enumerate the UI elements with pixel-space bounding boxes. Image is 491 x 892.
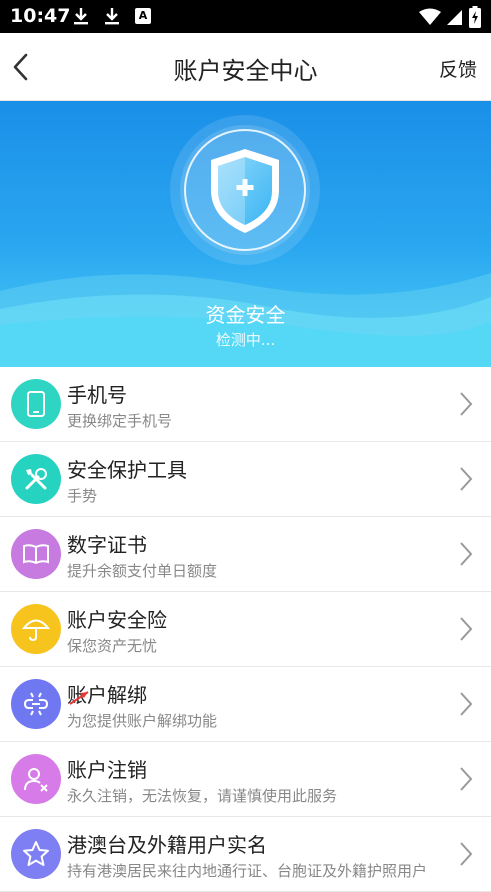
item-icon-bg (11, 454, 61, 504)
list-item-account-insurance[interactable]: 账户安全险 保您资产无忧 (0, 592, 491, 667)
scan-status-text: 检测中... (215, 331, 276, 349)
list-item-overseas-realname[interactable]: 港澳台及外籍用户实名 持有港澳居民来往内地通行证、台胞证及外籍护照用户 (0, 817, 491, 892)
chevron-right-icon (460, 842, 473, 866)
unlink-icon (23, 692, 49, 716)
security-status-banner: 资金安全 检测中... (0, 101, 491, 367)
item-icon-bg (11, 529, 61, 579)
item-description: 永久注销，无法恢复，请谨慎使用此服务 (67, 787, 338, 805)
item-icon-bg (11, 604, 61, 654)
item-description: 持有港澳居民来往内地通行证、台胞证及外籍护照用户 (67, 862, 428, 880)
book-icon (23, 544, 49, 565)
signal-icon (447, 10, 462, 25)
list-item-digital-certificate[interactable]: 数字证书 提升余额支付单日额度 (0, 517, 491, 592)
item-description: 更换绑定手机号 (67, 412, 173, 430)
item-description: 为您提供账户解绑功能 (67, 712, 218, 730)
wifi-icon (419, 8, 441, 25)
chevron-right-icon (460, 692, 473, 716)
item-title: 账户安全险 (67, 608, 167, 632)
download-icon (105, 8, 119, 25)
status-bar: 10:47 A (0, 0, 491, 33)
user-remove-icon (24, 768, 48, 792)
chevron-right-icon (460, 767, 473, 791)
security-options-list: 手机号 更换绑定手机号 安全保护工具 手势 数字证书 提升余额支付单日额度 账户… (0, 367, 491, 892)
phone-icon (27, 391, 45, 417)
download-icon (74, 8, 88, 25)
item-title: 安全保护工具 (67, 458, 187, 482)
item-description: 手势 (67, 487, 98, 505)
shield-icon (211, 149, 279, 233)
item-description: 提升余额支付单日额度 (67, 562, 218, 580)
list-item-account-cancel[interactable]: 账户注销 永久注销，无法恢复，请谨慎使用此服务 (0, 742, 491, 817)
chevron-right-icon (460, 617, 473, 641)
chevron-right-icon (460, 542, 473, 566)
item-title: 账户注销 (67, 758, 147, 782)
feedback-button[interactable]: 反馈 (439, 55, 477, 82)
list-item-security-tools[interactable]: 安全保护工具 手势 (0, 442, 491, 517)
item-icon-bg (11, 754, 61, 804)
page-title: 账户安全中心 (173, 57, 318, 85)
list-item-phone[interactable]: 手机号 更换绑定手机号 (0, 367, 491, 442)
chevron-right-icon (460, 467, 473, 491)
item-title: 手机号 (67, 383, 127, 407)
status-time: 10:47 (10, 5, 71, 27)
item-icon-bg (11, 379, 61, 429)
tools-icon (25, 468, 47, 490)
battery-icon (469, 6, 481, 28)
item-description: 保您资产无忧 (67, 637, 158, 655)
item-icon-bg (11, 679, 61, 729)
item-title: 数字证书 (67, 533, 147, 557)
title-bar: 账户安全中心 反馈 (0, 33, 491, 101)
umbrella-icon (22, 619, 50, 642)
item-title: 港澳台及外籍用户实名 (67, 833, 267, 857)
a-notification-icon: A (135, 8, 151, 24)
pointer-arrow-icon (69, 691, 89, 705)
chevron-right-icon (460, 392, 473, 416)
fund-safety-title: 资金安全 (205, 303, 286, 327)
star-icon (23, 841, 49, 866)
